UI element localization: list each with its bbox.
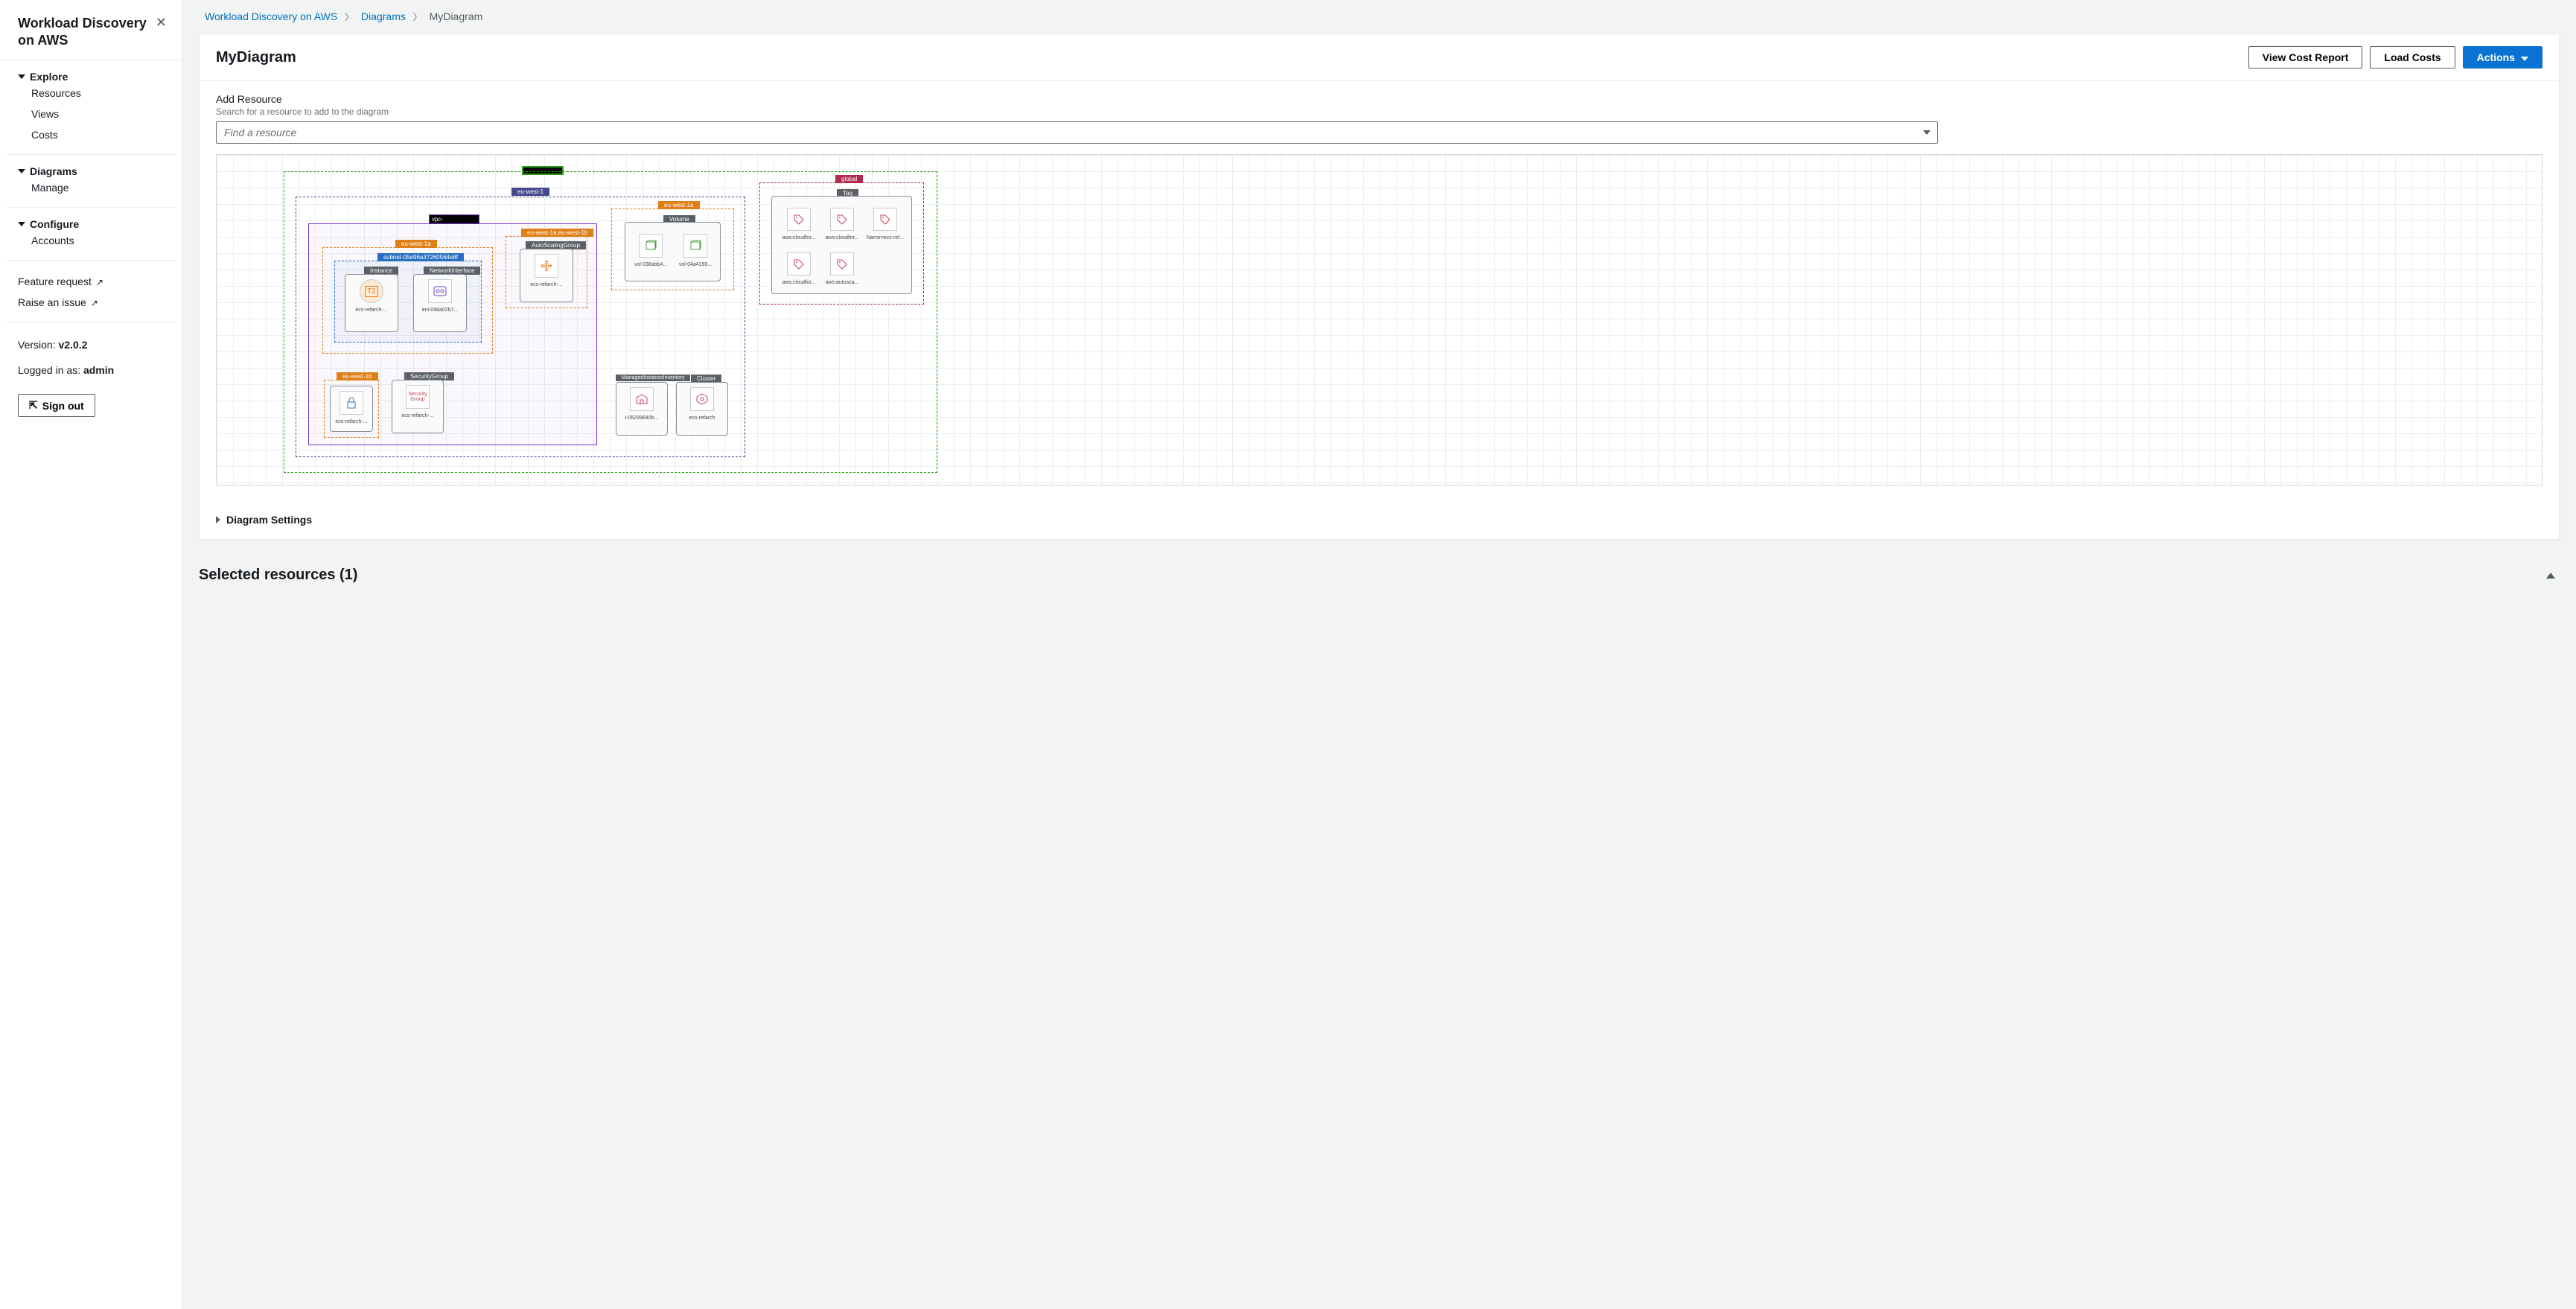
nav-item-costs[interactable]: Costs [18,124,164,145]
node-cluster-label: ecs-refarch [689,415,715,421]
node-asg-label: ecs-refarch-... [530,282,562,287]
node-tag-2[interactable]: aws:cloudfor... [823,203,861,241]
main: Workload Discovery on AWS 〉 Diagrams 〉 M… [182,0,2576,1309]
breadcrumb-root[interactable]: Workload Discovery on AWS [205,10,337,22]
node-volume-1-label: vol-038abb4... [634,262,667,267]
diagram-canvas[interactable]: eu-west-1 eu-west-1a Volume vol-038abb4.… [216,154,2542,485]
node-az-b[interactable]: ecs-refarch-... [330,386,373,432]
diagram-settings-label: Diagram Settings [226,514,312,526]
find-resource-select[interactable]: Find a resource [216,121,1938,144]
node-eni-label: eni-098a02b7... [422,308,459,313]
node-mii[interactable]: i-05299640b... [616,382,668,436]
node-volume-2[interactable]: vol-04a4190... [677,229,714,274]
tag-icon [830,252,854,276]
instance-icon: T2 [360,279,383,303]
node-mii-label: i-05299640b... [625,415,659,421]
app-title: Workload Discovery on AWS [18,15,156,48]
nav-section-diagrams[interactable]: Diagrams [18,165,164,177]
signout-label: Sign out [42,400,84,412]
chevron-right-icon: 〉 [413,12,422,22]
add-resource-desc: Search for a resource to add to the diag… [216,106,2542,117]
node-asg[interactable]: ecs-refarch-... [520,249,573,302]
diagram-settings-toggle[interactable]: Diagram Settings [200,502,2559,539]
eni-icon [428,279,452,303]
node-cluster[interactable]: ecs-refarch [676,382,728,436]
chevron-right-icon [216,516,220,523]
sidebar: Workload Discovery on AWS ✕ Explore Reso… [0,0,182,1309]
tag-icon [873,208,897,231]
tag-icon [787,208,811,231]
signout-button[interactable]: ⇱ Sign out [18,394,95,417]
load-costs-button[interactable]: Load Costs [2370,46,2455,69]
external-icon: ⇱ [29,399,38,412]
login-label: Logged in as: [18,364,83,376]
mii-group-label: ManagedInstanceInventory [616,375,690,381]
inventory-icon [630,387,654,411]
chevron-down-icon [1923,130,1931,135]
node-sg[interactable]: Security Group ecs-refarch-... [392,380,444,433]
link-raise-issue[interactable]: Raise an issue [18,292,164,313]
node-instance-label: ecs-refarch-... [355,308,387,313]
actions-button[interactable]: Actions [2463,46,2542,69]
security-group-icon: Security Group [406,385,430,409]
tag-icon [787,252,811,276]
node-sg-label: ecs-refarch-... [401,413,433,418]
find-resource-placeholder: Find a resource [216,121,1938,144]
nav-item-manage[interactable]: Manage [18,177,164,198]
chevron-up-icon[interactable] [2546,573,2555,579]
cluster-icon [690,387,714,411]
version-value: v2.0.2 [58,339,87,351]
chevron-down-icon [2521,57,2528,61]
version-label: Version: [18,339,58,351]
breadcrumb-diagrams[interactable]: Diagrams [361,10,406,22]
breadcrumb-current: MyDiagram [430,10,483,22]
volume-icon [639,234,663,258]
node-tag-3[interactable]: Name=ecs-ref... [867,203,904,241]
node-volume-1[interactable]: vol-038abb4... [632,229,669,274]
diagram-panel: MyDiagram View Cost Report Load Costs Ac… [199,34,2560,540]
node-tag-4[interactable]: aws:cloudfor... [780,248,817,285]
add-resource-label: Add Resource [216,93,2542,105]
lock-icon [339,391,363,415]
close-icon[interactable]: ✕ [156,15,167,31]
selected-resources-panel: Selected resources (1) [199,556,2560,594]
node-volume-2-label: vol-04a4190... [679,262,712,267]
chevron-right-icon: 〉 [345,12,354,22]
tag-icon [830,208,854,231]
nav-item-views[interactable]: Views [18,103,164,124]
nav-item-accounts[interactable]: Accounts [18,230,164,251]
nav-section-explore[interactable]: Explore [18,71,164,83]
login-user: admin [83,364,114,376]
nav-item-resources[interactable]: Resources [18,83,164,103]
link-feature-request[interactable]: Feature request [18,271,164,292]
view-cost-report-button[interactable]: View Cost Report [2248,46,2363,69]
node-tag-1[interactable]: aws:cloudfor... [780,203,817,241]
page-title: MyDiagram [216,49,296,66]
nav-section-configure[interactable]: Configure [18,218,164,230]
breadcrumb: Workload Discovery on AWS 〉 Diagrams 〉 M… [182,0,2576,34]
node-instance[interactable]: T2 ecs-refarch-... [345,274,398,332]
node-eni[interactable]: eni-098a02b7... [413,274,467,332]
selected-resources-title: Selected resources (1) [199,567,357,584]
volume-icon [683,234,707,258]
actions-label: Actions [2477,51,2515,63]
asg-icon [535,254,558,278]
region-label: eu-west-1 [511,188,549,196]
node-tag-5[interactable]: aws:autosca... [823,248,861,285]
node-az-b-label: ecs-refarch-... [335,419,367,424]
